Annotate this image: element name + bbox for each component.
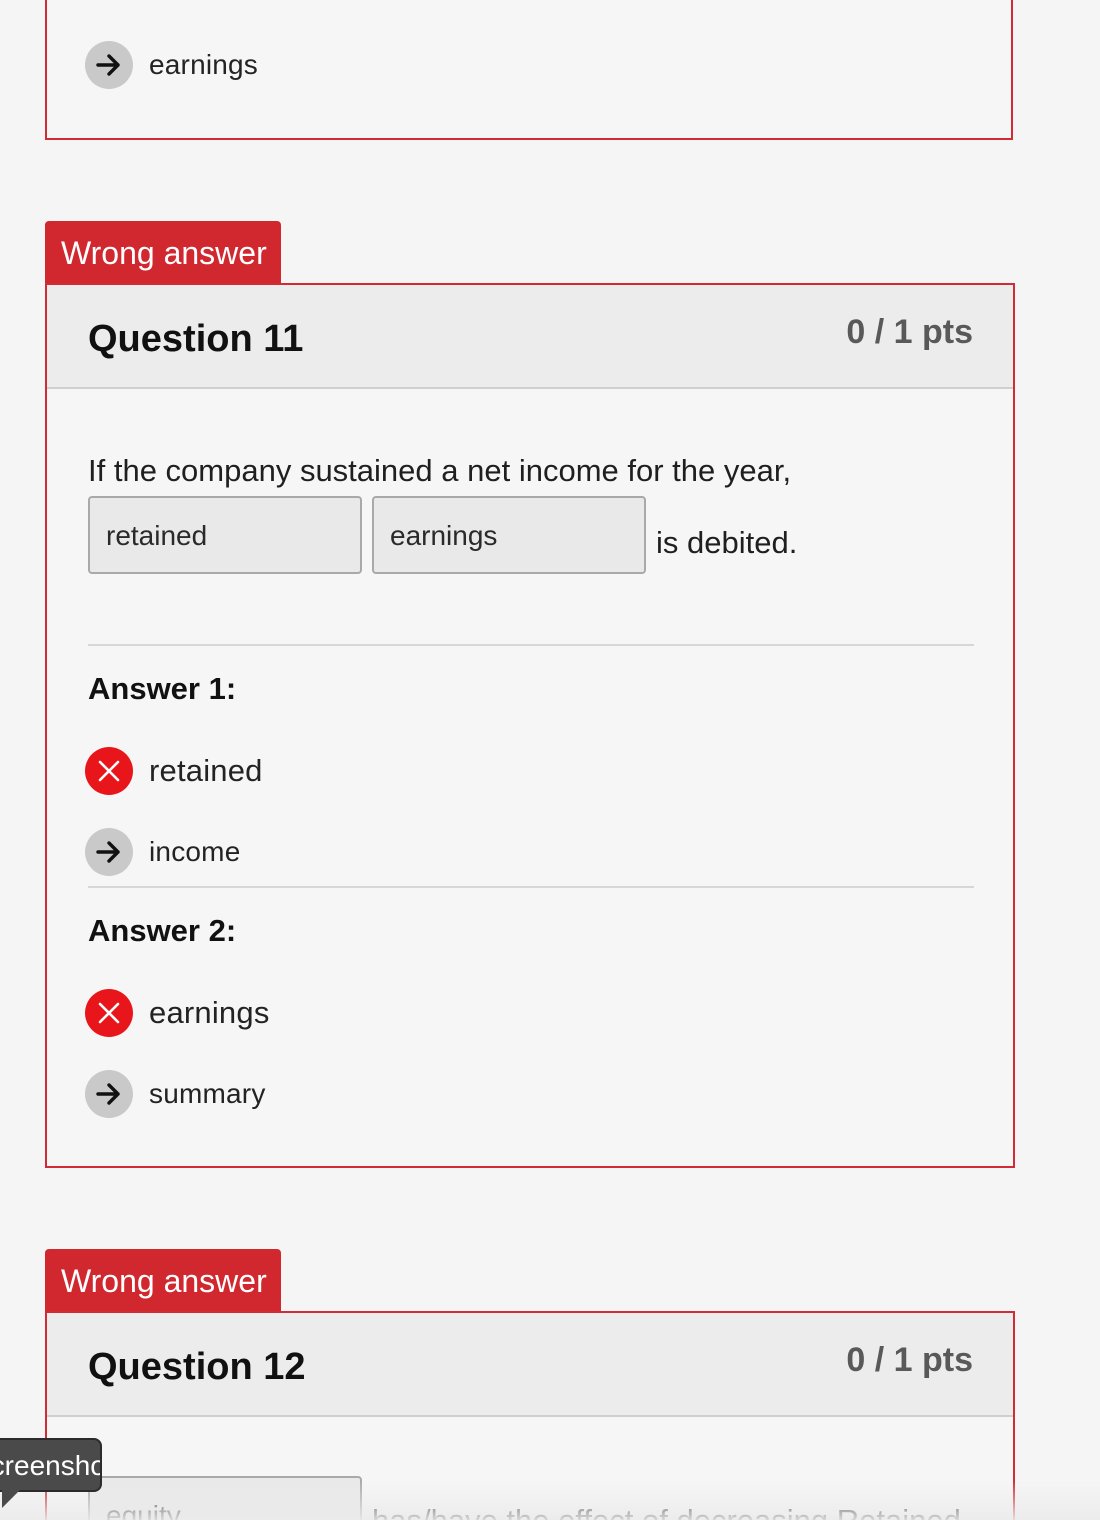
wrong-answer-tab: Wrong answer — [45, 221, 281, 285]
question-points: 0 / 1 pts — [846, 1341, 973, 1379]
x-icon — [85, 747, 133, 795]
question-prompt: If the company sustained a net income fo… — [88, 453, 792, 488]
correct-answer-text: income — [149, 836, 241, 867]
answer-blank-2: earnings — [372, 496, 646, 574]
correct-answer-text: earnings — [149, 49, 259, 80]
x-icon — [85, 989, 133, 1037]
question-prompt-tail: is debited. — [656, 525, 798, 560]
selected-answer-row: retained — [85, 747, 263, 795]
selected-answer-text: retained — [149, 753, 263, 788]
correct-answer-row: summary — [85, 1070, 266, 1118]
correct-answer-row: earnings — [85, 41, 258, 89]
question-prompt-tail: has/have the effect of decreasing Retain… — [372, 1503, 961, 1520]
question-header: Question 11 0 / 1 pts — [47, 285, 1013, 389]
answer-1-label: Answer 1: — [88, 671, 237, 706]
divider — [88, 644, 974, 646]
question-11-box: Question 11 0 / 1 pts If the company sus… — [45, 283, 1015, 1168]
correct-answer-text: summary — [149, 1078, 266, 1109]
quiz-results-page: earnings Wrong answer Question 11 0 / 1 … — [0, 0, 1100, 1520]
arrow-right-icon — [85, 41, 133, 89]
answer-blank-1: equity — [88, 1476, 362, 1520]
previous-question-box: earnings — [45, 0, 1013, 140]
arrow-right-icon — [85, 1070, 133, 1118]
answer-2-label: Answer 2: — [88, 913, 237, 948]
question-title: Question 11 — [88, 318, 304, 360]
question-title: Question 12 — [88, 1346, 306, 1388]
question-points: 0 / 1 pts — [846, 313, 973, 351]
question-header: Question 12 0 / 1 pts — [47, 1313, 1013, 1417]
answer-blank-1: retained — [88, 496, 362, 574]
selected-answer-text: earnings — [149, 995, 270, 1030]
divider — [88, 886, 974, 888]
selected-answer-row: earnings — [85, 989, 270, 1037]
correct-answer-row: income — [85, 828, 240, 876]
arrow-right-icon — [85, 828, 133, 876]
question-12-box: Question 12 0 / 1 pts equity has/have th… — [45, 1311, 1015, 1520]
wrong-answer-tab: Wrong answer — [45, 1249, 281, 1313]
tooltip-tail — [2, 1490, 20, 1508]
screenshot-tooltip-label: Screenshot — [0, 1450, 100, 1481]
screenshot-tooltip[interactable]: Screenshot — [0, 1438, 102, 1492]
